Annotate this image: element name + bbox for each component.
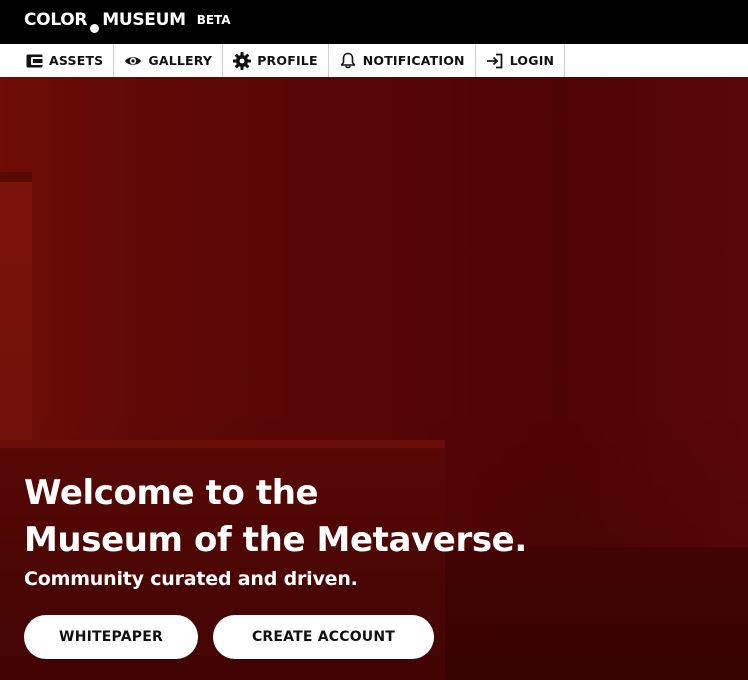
- nav-item-notification[interactable]: NOTIFICATION: [329, 44, 476, 77]
- create-account-button[interactable]: CREATE ACCOUNT: [213, 615, 434, 659]
- logo-word-color: COLOR: [24, 10, 88, 30]
- nav-item-label: NOTIFICATION: [362, 53, 465, 68]
- nav-item-label: PROFILE: [257, 53, 318, 68]
- site-logo[interactable]: COLOR MUSEUM BETA: [24, 9, 231, 35]
- hero-headline-line-1: Welcome to the: [24, 473, 319, 513]
- nav-item-label: GALLERY: [148, 53, 213, 68]
- gear-icon: [233, 51, 252, 70]
- whitepaper-button[interactable]: WHITEPAPER: [24, 615, 198, 659]
- beta-badge: BETA: [196, 13, 231, 27]
- top-bar: COLOR MUSEUM BETA: [0, 0, 748, 44]
- eye-icon: [124, 52, 142, 70]
- wallet-icon: [25, 52, 43, 70]
- hero-headline: Welcome to the Museum of the Metaverse.: [24, 470, 704, 564]
- nav-item-assets[interactable]: ASSETS: [15, 44, 115, 77]
- logo-word-museum: MUSEUM: [102, 10, 186, 30]
- bell-icon: [339, 52, 357, 70]
- nav-item-label: LOGIN: [509, 53, 555, 68]
- main-nav: ASSETS GALLERY PROFILE NOTIFICATION LOGI…: [0, 44, 748, 77]
- nav-item-label: ASSETS: [49, 53, 104, 68]
- nav-item-profile[interactable]: PROFILE: [223, 44, 329, 77]
- hero-subline: Community curated and driven.: [24, 568, 358, 590]
- nav-item-gallery[interactable]: GALLERY: [114, 44, 224, 77]
- login-icon: [486, 52, 504, 70]
- nav-item-login[interactable]: LOGIN: [476, 44, 566, 77]
- logo-dot: [90, 24, 100, 33]
- hero-headline-line-2: Museum of the Metaverse.: [24, 520, 527, 560]
